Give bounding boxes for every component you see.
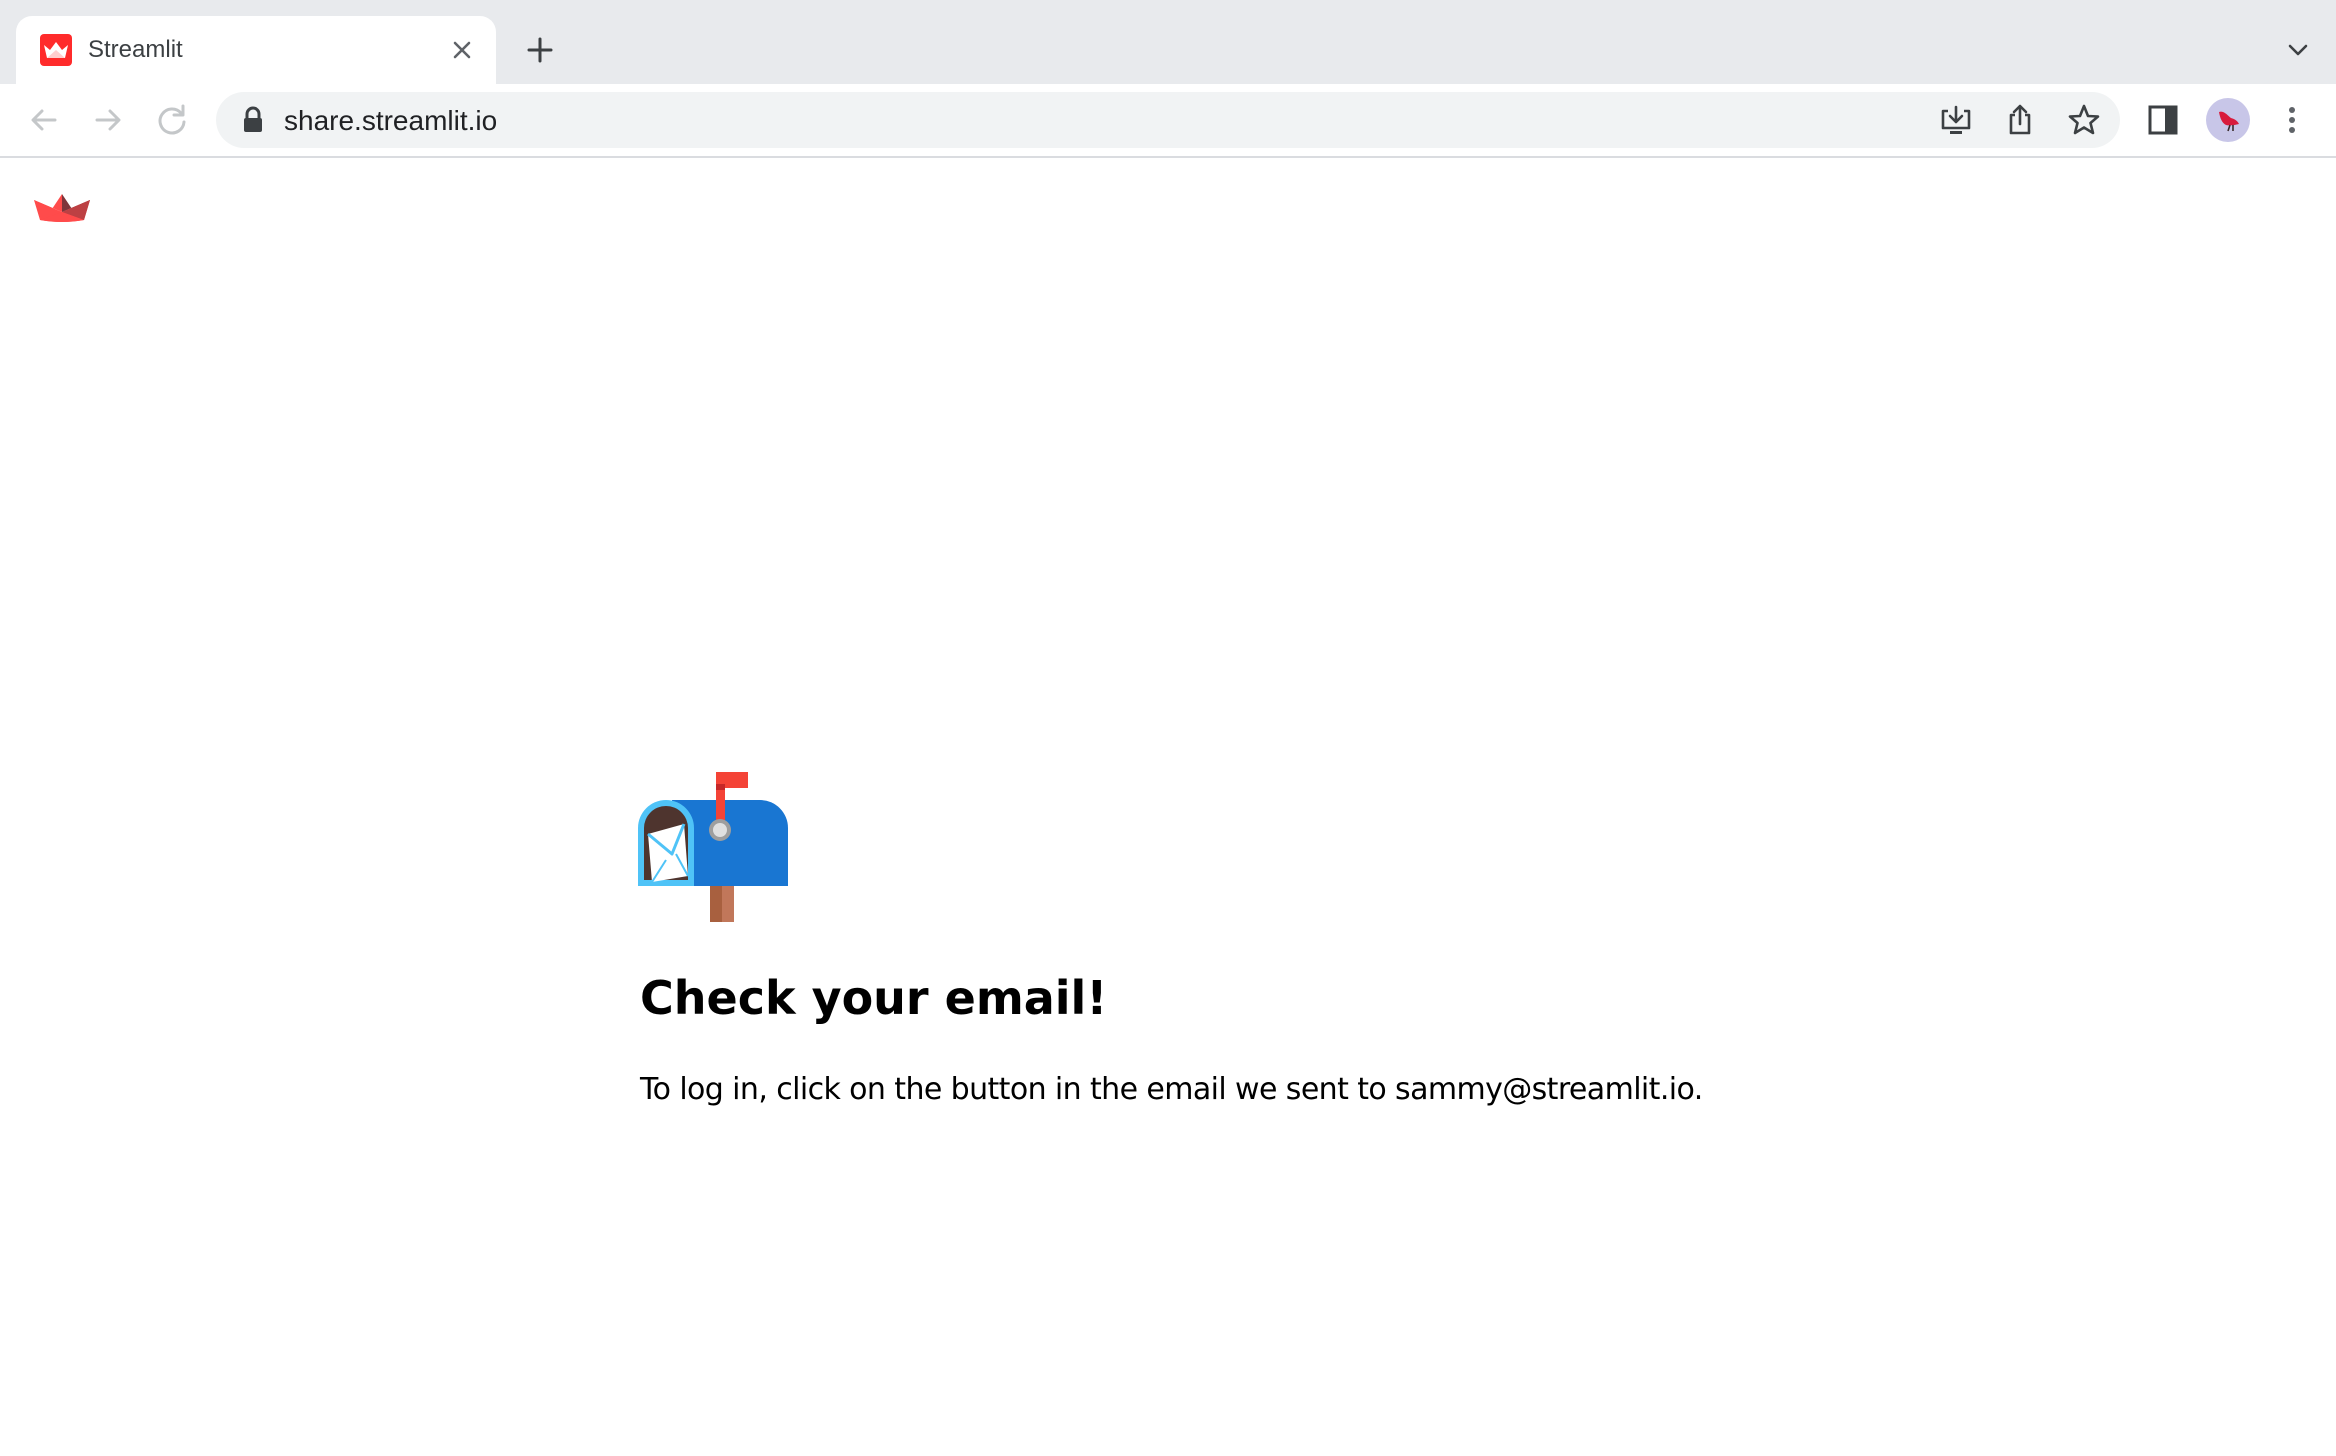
arrow-left-icon[interactable] <box>22 98 66 142</box>
page-content: Check your email! To log in, click on th… <box>0 158 2336 1456</box>
chevron-down-icon[interactable] <box>2280 32 2316 68</box>
tab-title: Streamlit <box>88 36 183 63</box>
reload-icon[interactable] <box>150 98 194 142</box>
close-icon[interactable] <box>446 34 478 66</box>
login-instructions: To log in, click on the button in the em… <box>640 1072 1703 1107</box>
tab-strip: Streamlit <box>0 0 2336 84</box>
share-icon[interactable] <box>2002 102 2038 138</box>
url-text: share.streamlit.io <box>284 105 498 136</box>
star-icon[interactable] <box>2066 102 2102 138</box>
address-bar[interactable]: share.streamlit.io <box>216 92 2120 148</box>
browser-toolbar: share.streamlit.io <box>0 84 2336 158</box>
kebab-menu-icon[interactable] <box>2272 100 2312 140</box>
lock-icon[interactable] <box>240 106 266 134</box>
plus-icon[interactable] <box>520 30 560 70</box>
avatar[interactable] <box>2206 98 2250 142</box>
browser-window: Streamlit share.streamlit.io Check your … <box>0 0 2336 1456</box>
arrow-right-icon[interactable] <box>86 98 130 142</box>
streamlit-favicon-icon <box>40 34 72 66</box>
mailbox-icon <box>636 770 788 922</box>
side-panel-icon[interactable] <box>2144 100 2184 140</box>
streamlit-logo-icon[interactable] <box>32 190 92 224</box>
page-title: Check your email! <box>640 971 1108 1025</box>
install-app-icon[interactable] <box>1938 102 1974 138</box>
tab-streamlit[interactable]: Streamlit <box>16 16 496 84</box>
